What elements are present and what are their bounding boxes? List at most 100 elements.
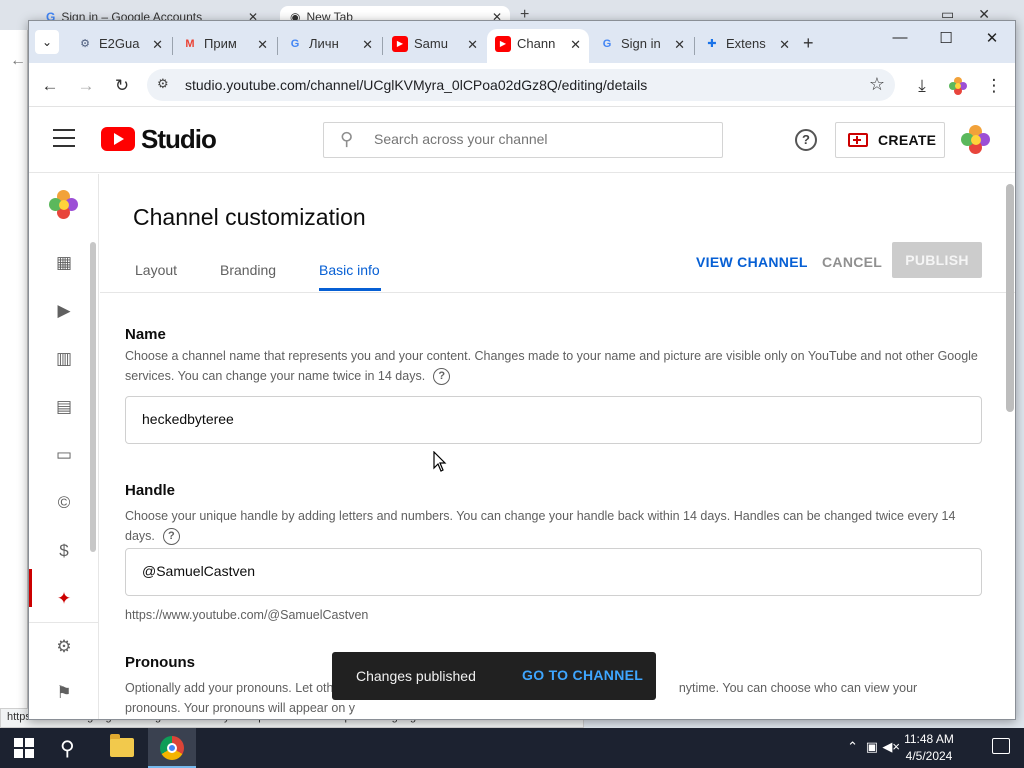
close-icon[interactable]: ✕ xyxy=(257,37,268,53)
customization-icon[interactable]: ✦ xyxy=(53,588,75,610)
tab-google-personal[interactable]: G Личн ✕ xyxy=(279,29,381,63)
pronouns-text-end: nytime. You can choose who can view your xyxy=(678,681,918,695)
clock-date[interactable]: 4/5/2024 xyxy=(894,749,964,763)
google-icon: G xyxy=(602,37,612,50)
main-content: Channel customization Layout Branding Ba… xyxy=(100,174,1015,719)
notifications-icon[interactable] xyxy=(992,738,1010,754)
tab-label: Прим xyxy=(204,36,237,52)
address-bar[interactable]: ⚙ studio.youtube.com/channel/UCglKVMyra_… xyxy=(147,69,895,101)
browser-window: ⌄ ⚙ E2Gua ✕ M Прим ✕ G Личн ✕ ▶ Samu ✕ ▶ Chan… xyxy=(28,20,1016,720)
tab-google-signin[interactable]: G Sign in ✕ xyxy=(591,29,693,63)
logo-text: Studio xyxy=(141,124,217,154)
feedback-icon[interactable]: ⚑ xyxy=(53,682,75,704)
chevron-up-icon[interactable]: ⌃ xyxy=(847,739,858,755)
snackbar: Changes published GO TO CHANNEL xyxy=(332,652,656,700)
name-description-text: Choose a channel name that represents yo… xyxy=(125,349,978,383)
windows-start-icon[interactable] xyxy=(14,738,34,758)
cancel-button[interactable]: CANCEL xyxy=(822,254,882,270)
clock-time[interactable]: 11:48 AM xyxy=(894,732,964,746)
help-icon[interactable]: ? xyxy=(162,528,180,546)
search-icon[interactable]: ⚲ xyxy=(60,736,75,761)
studio-page: Studio ⚲ ? CREATE xyxy=(29,107,1015,719)
chrome-icon xyxy=(160,736,184,760)
close-window-icon[interactable]: ✕ xyxy=(977,29,1007,47)
profile-avatar-icon[interactable] xyxy=(945,73,971,99)
tab-label: Chann xyxy=(517,36,556,52)
reload-icon[interactable]: ↻ xyxy=(109,73,135,99)
handle-url: https://www.youtube.com/@SamuelCastven xyxy=(125,608,369,622)
tab-layout[interactable]: Layout xyxy=(135,262,177,278)
tab-strip: ⌄ ⚙ E2Gua ✕ M Прим ✕ G Личн ✕ ▶ Samu ✕ ▶ Chan… xyxy=(29,21,1015,63)
search-input[interactable] xyxy=(374,131,704,147)
file-explorer-icon[interactable] xyxy=(110,734,134,757)
browser-toolbar: ← → ↻ ⚙ studio.youtube.com/channel/UCglK… xyxy=(29,63,1015,107)
pronouns-text-start: Optionally add your pronouns. Let others xyxy=(125,681,351,695)
help-icon[interactable]: ? xyxy=(795,129,817,151)
back-arrow-icon[interactable]: ← xyxy=(10,52,26,70)
active-indicator xyxy=(29,569,32,607)
publish-button[interactable]: PUBLISH xyxy=(892,242,982,278)
chrome-taskbar-button[interactable] xyxy=(148,728,196,768)
pronouns-section-title: Pronouns xyxy=(125,654,195,671)
maximize-icon[interactable]: ☐ xyxy=(931,29,961,47)
close-icon[interactable]: ✕ xyxy=(674,37,685,53)
create-label: CREATE xyxy=(878,132,937,148)
close-icon[interactable]: ✕ xyxy=(152,37,163,53)
view-channel-button[interactable]: VIEW CHANNEL xyxy=(696,254,808,270)
name-section-title: Name xyxy=(125,326,166,343)
settings-gear-icon[interactable]: ⚙ xyxy=(53,636,75,658)
tab-basic-info[interactable]: Basic info xyxy=(319,262,380,278)
help-icon[interactable]: ? xyxy=(433,368,451,386)
handle-input[interactable] xyxy=(142,563,962,579)
close-icon[interactable]: ✕ xyxy=(570,37,581,53)
subtitles-icon[interactable]: ▭ xyxy=(53,444,75,466)
copyright-icon[interactable]: © xyxy=(53,492,75,514)
new-tab-icon[interactable]: + xyxy=(803,33,814,54)
tab-channel-active[interactable]: ▶ Chann ✕ xyxy=(487,29,589,63)
main-scrollbar[interactable] xyxy=(1006,184,1014,412)
site-info-icon[interactable]: ⚙ xyxy=(157,76,169,92)
minimize-icon[interactable]: — xyxy=(885,29,915,46)
google-icon: G xyxy=(290,37,300,50)
menu-hamburger-icon[interactable] xyxy=(53,129,75,147)
content-icon[interactable]: ▶ xyxy=(53,300,75,322)
tab-search-button[interactable]: ⌄ xyxy=(35,30,59,54)
handle-description: Choose your unique handle by adding lett… xyxy=(125,506,985,546)
youtube-play-icon xyxy=(101,127,135,151)
active-tab-indicator xyxy=(319,288,381,291)
name-input[interactable] xyxy=(142,411,962,427)
dashboard-icon[interactable]: ▦ xyxy=(53,252,75,274)
create-button[interactable]: CREATE xyxy=(835,122,945,158)
back-arrow-icon[interactable]: ← xyxy=(37,73,63,99)
tab-label: Extens xyxy=(726,36,766,52)
tab-youtube-samuel[interactable]: ▶ Samu ✕ xyxy=(384,29,486,63)
close-icon[interactable]: ✕ xyxy=(467,37,478,53)
extension-tab-icon: ⚙ xyxy=(80,37,90,50)
channel-avatar[interactable] xyxy=(49,190,79,220)
name-field[interactable] xyxy=(125,396,982,444)
rail-divider xyxy=(29,622,99,623)
close-icon[interactable]: ✕ xyxy=(779,37,790,53)
handle-field[interactable] xyxy=(125,548,982,596)
bookmark-star-icon[interactable]: ☆ xyxy=(869,74,885,95)
rail-scrollbar[interactable] xyxy=(90,242,96,552)
account-avatar[interactable] xyxy=(961,125,991,155)
tab-extensions[interactable]: ✚ Extens ✕ xyxy=(696,29,798,63)
menu-kebab-icon[interactable]: ⋮ xyxy=(981,73,1007,99)
analytics-icon[interactable]: ▥ xyxy=(53,348,75,370)
download-icon[interactable]: ⤓ xyxy=(909,73,935,99)
tab-branding[interactable]: Branding xyxy=(220,262,276,278)
go-to-channel-button[interactable]: GO TO CHANNEL xyxy=(522,667,643,683)
tab-gmail[interactable]: M Прим ✕ xyxy=(174,29,276,63)
close-icon[interactable]: ✕ xyxy=(362,37,373,53)
forward-arrow-icon[interactable]: → xyxy=(73,73,99,99)
network-icon[interactable]: ▣ xyxy=(866,739,878,755)
tab-label: Личн xyxy=(309,36,339,52)
background-page-strip: ← xyxy=(0,30,28,728)
url-text[interactable]: studio.youtube.com/channel/UCglKVMyra_0l… xyxy=(185,77,647,93)
comments-icon[interactable]: ▤ xyxy=(53,396,75,418)
tab-e2guard[interactable]: ⚙ E2Gua ✕ xyxy=(69,29,171,63)
earn-icon[interactable]: $ xyxy=(53,540,75,562)
search-box[interactable]: ⚲ xyxy=(323,122,723,158)
youtube-icon: ▶ xyxy=(392,35,408,52)
